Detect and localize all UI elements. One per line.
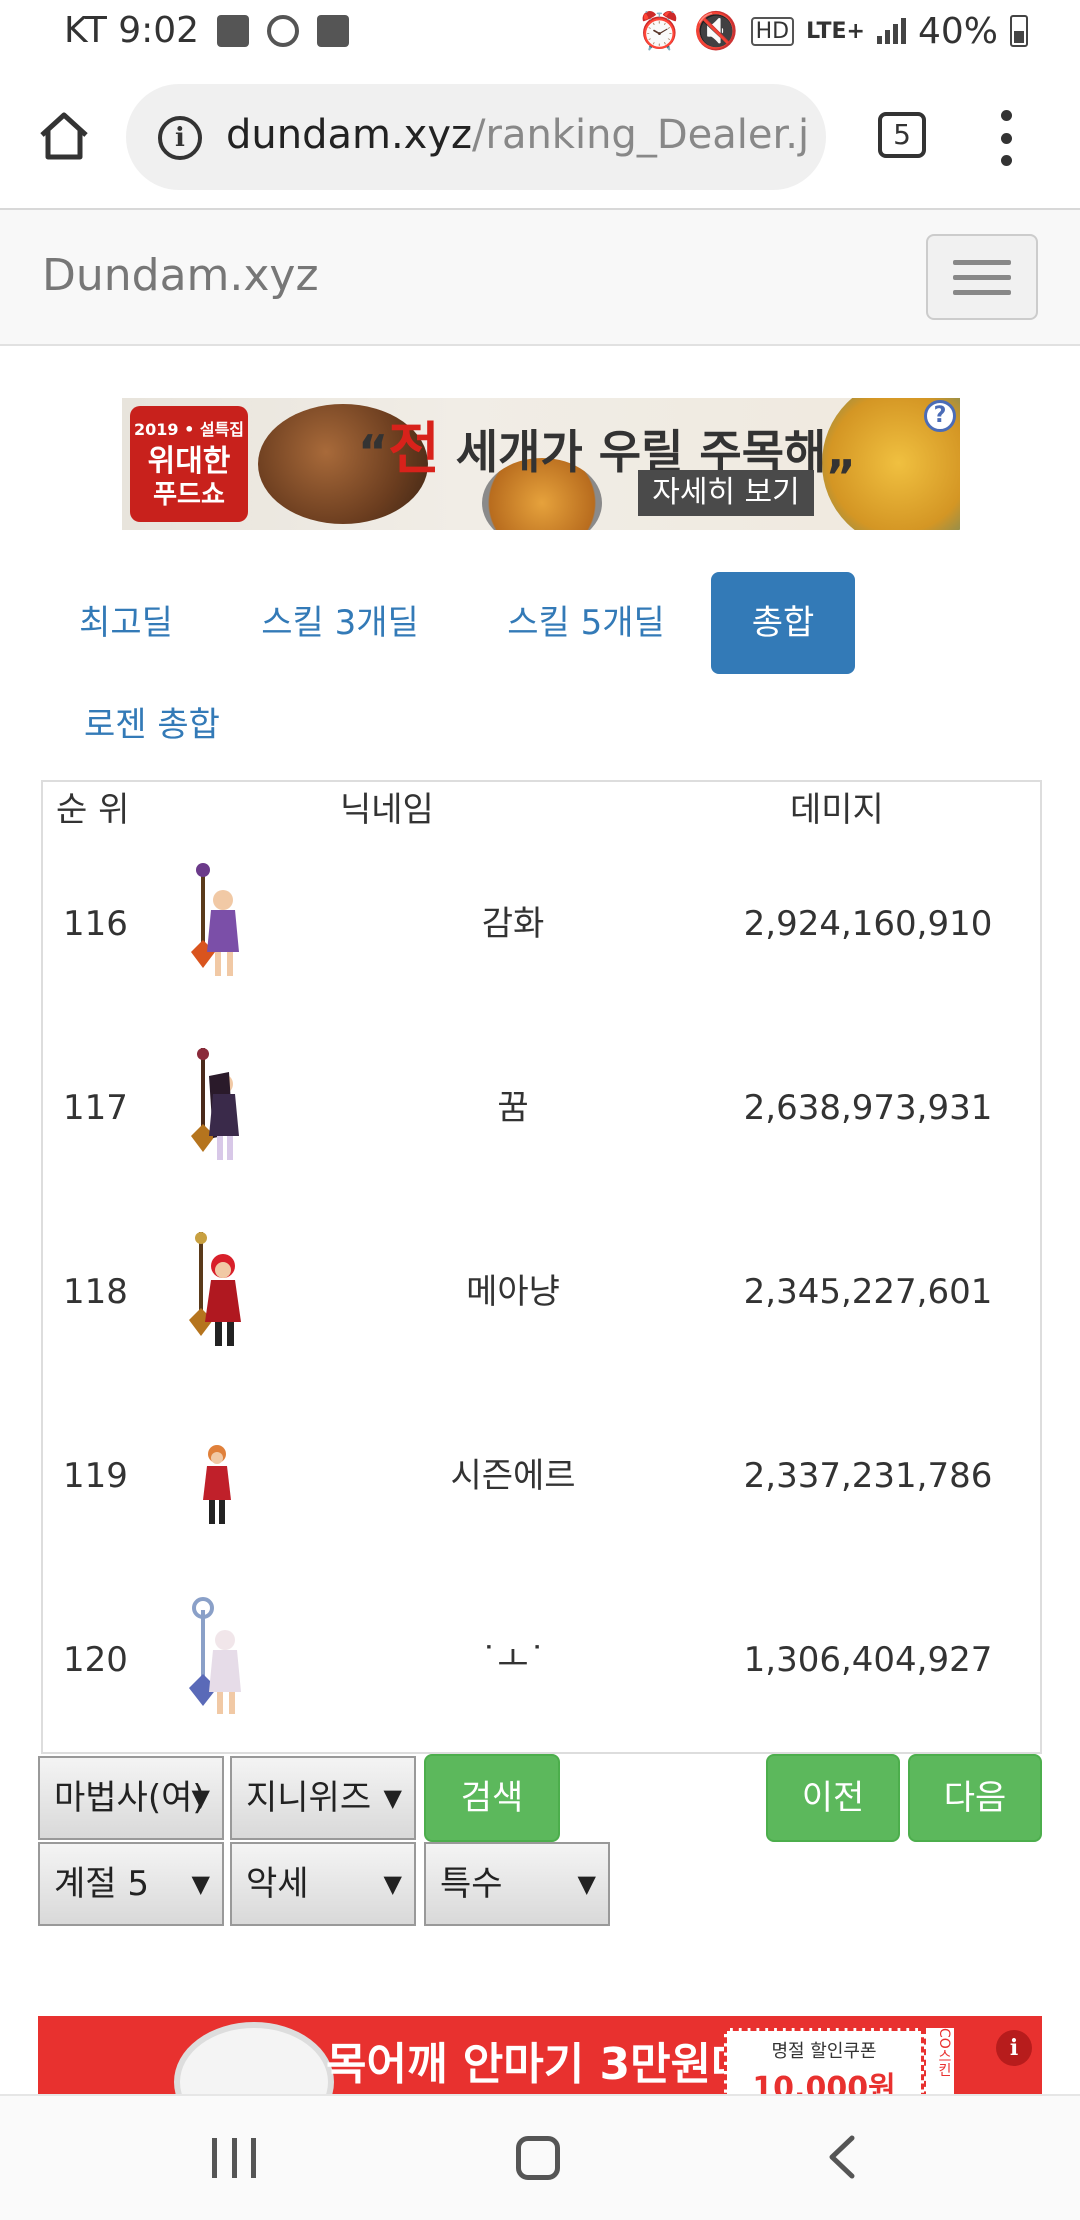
- witch-avatar-icon: [191, 1048, 239, 1160]
- mail-icon: [317, 14, 350, 47]
- chevron-down-icon: ▼: [383, 1870, 402, 1898]
- ad-badge-year: 2019 • 설특집: [133, 420, 245, 439]
- address-bar[interactable]: i dundam.xyz/ranking_Dealer.jsp: [126, 84, 826, 190]
- tab-skill-3-deal[interactable]: 스킬 3개딜: [240, 572, 440, 674]
- battery-percent: 40%: [917, 10, 998, 52]
- browser-toolbar: i dundam.xyz/ranking_Dealer.jsp 5: [0, 66, 1080, 210]
- carrier-time: KT 9:02: [64, 10, 200, 51]
- status-left: KT 9:02: [64, 10, 350, 51]
- type-select-value: 특수: [440, 1864, 503, 1904]
- table-row[interactable]: 117 꿈 2,638,973,931: [43, 1016, 1040, 1200]
- url-path: /ranking_Dealer.jsp: [472, 112, 806, 158]
- row-nickname[interactable]: ˙ㅗ˙: [343, 1568, 683, 1752]
- mute-icon: 🔇: [693, 11, 739, 52]
- hamburger-menu-icon[interactable]: [926, 234, 1038, 320]
- battery-icon: [1010, 15, 1028, 47]
- row-damage: 2,924,160,910: [743, 904, 993, 944]
- season-select[interactable]: 계절 5 ▼: [38, 1842, 224, 1926]
- element-select[interactable]: 악세 ▼: [230, 1842, 416, 1926]
- header-rank: 순 위: [56, 790, 130, 830]
- chevron-down-icon: ▼: [191, 1870, 210, 1898]
- search-button[interactable]: 검색: [424, 1754, 560, 1842]
- tab-rosen-total[interactable]: 로젠 총합: [64, 674, 240, 776]
- gallery-icon: [217, 14, 250, 47]
- ad-bottom-headline: 목어깨 안마기 3만원대: [326, 2039, 752, 2090]
- witch-avatar-icon: [189, 1597, 241, 1714]
- g-app-icon: [267, 14, 300, 47]
- ad-info-icon[interactable]: i: [996, 2030, 1032, 2066]
- table-row[interactable]: 116 감화 2,924,160,910: [43, 832, 1040, 1016]
- ad-badge-line2: 푸드쇼: [153, 480, 225, 510]
- season-select-value: 계절 5: [54, 1864, 149, 1904]
- ad-help-icon[interactable]: ?: [924, 400, 956, 432]
- row-nickname[interactable]: 꿈: [343, 1016, 683, 1200]
- row-rank: 117: [63, 1088, 128, 1128]
- row-damage: 2,345,227,601: [743, 1272, 993, 1312]
- row-nickname[interactable]: 감화: [343, 832, 683, 1016]
- site-navbar: Dundam.xyz: [0, 210, 1080, 346]
- header-damage: 데미지: [790, 790, 884, 830]
- status-bar: KT 9:02 ⏰ 🔇 HD LTE+ 40%: [0, 0, 1080, 66]
- info-icon[interactable]: i: [158, 116, 202, 160]
- system-nav-bar: [0, 2094, 1080, 2220]
- home-nav-icon[interactable]: [516, 2136, 560, 2180]
- signal-icon: [876, 18, 906, 44]
- element-select-value: 악세: [246, 1864, 309, 1904]
- class-select[interactable]: 마법사(여) ▼: [38, 1756, 224, 1840]
- row-damage: 1,306,404,927: [743, 1640, 993, 1680]
- prev-button[interactable]: 이전: [766, 1754, 900, 1842]
- ad-product-image: [174, 2022, 334, 2094]
- site-brand[interactable]: Dundam.xyz: [42, 250, 319, 301]
- home-icon[interactable]: [34, 106, 94, 166]
- hd-voice-badge: HD: [750, 16, 795, 46]
- alarm-icon: ⏰: [636, 11, 682, 52]
- table-row[interactable]: 120 ˙ㅗ˙ 1,306,404,927: [43, 1568, 1040, 1752]
- ad-badge: 2019 • 설특집 위대한 푸드쇼: [130, 406, 248, 522]
- row-damage: 2,337,231,786: [743, 1456, 993, 1496]
- class-select-value: 마법사(여): [54, 1778, 206, 1818]
- ad-quote-close: „: [826, 425, 857, 479]
- type-select[interactable]: 특수 ▼: [424, 1842, 610, 1926]
- ad-coupon[interactable]: 명절 할인쿠폰 10,000원: [724, 2028, 924, 2094]
- back-icon[interactable]: [822, 2132, 862, 2182]
- subclass-select[interactable]: 지니위즈 ▼: [230, 1756, 416, 1840]
- row-damage: 2,638,973,931: [743, 1088, 993, 1128]
- row-rank: 119: [63, 1456, 128, 1496]
- witch-avatar-icon: [203, 1445, 231, 1524]
- ad-brand-vertical: CO스킨: [924, 2028, 954, 2094]
- ad-headline-accent: 전: [388, 417, 440, 482]
- chevron-down-icon: ▼: [191, 1784, 210, 1812]
- table-row[interactable]: 118 메아냥 2,345,227,601: [43, 1200, 1040, 1384]
- ad-badge-line1: 위대한: [147, 444, 231, 479]
- ad-quote-open: “: [358, 425, 389, 479]
- more-options-icon[interactable]: [994, 110, 1018, 166]
- ad-cta-button[interactable]: 자세히 보기: [638, 470, 814, 516]
- row-nickname[interactable]: 시즌에르: [343, 1384, 683, 1568]
- witch-avatar-icon: [191, 863, 239, 976]
- row-nickname[interactable]: 메아냥: [343, 1200, 683, 1384]
- url-domain: dundam.xyz: [226, 112, 473, 158]
- chevron-down-icon: ▼: [383, 1784, 402, 1812]
- chevron-down-icon: ▼: [577, 1870, 596, 1898]
- tab-total[interactable]: 총합: [711, 572, 855, 674]
- ad-coupon-title: 명절 할인쿠폰: [771, 2041, 877, 2062]
- row-rank: 116: [63, 904, 128, 944]
- recent-apps-icon[interactable]: [212, 2138, 256, 2178]
- network-type: LTE+: [806, 18, 865, 44]
- tab-skill-5-deal[interactable]: 스킬 5개딜: [488, 572, 684, 674]
- status-right: ⏰ 🔇 HD LTE+ 40%: [637, 10, 1028, 52]
- next-button[interactable]: 다음: [908, 1754, 1042, 1842]
- witch-avatar-icon: [189, 1232, 241, 1346]
- row-rank: 120: [63, 1640, 128, 1680]
- url-text[interactable]: dundam.xyz/ranking_Dealer.jsp: [226, 112, 806, 158]
- tab-best-deal[interactable]: 최고딜: [56, 572, 196, 674]
- ad-coupon-value: 10,000원: [752, 2071, 896, 2094]
- tab-switcher-button[interactable]: 5: [878, 112, 926, 158]
- header-nickname: 닉네임: [340, 790, 434, 830]
- table-row[interactable]: 119 시즌에르 2,337,231,786: [43, 1384, 1040, 1568]
- ad-banner-bottom[interactable]: 목어깨 안마기 3만원대 명절 할인쿠폰 10,000원 CO스킨 i: [38, 2016, 1042, 2094]
- ad-banner-top[interactable]: 2019 • 설특집 위대한 푸드쇼 “전 세개가 우릴 주목해„ 자세히 보기…: [122, 398, 960, 530]
- row-rank: 118: [63, 1272, 128, 1312]
- subclass-select-value: 지니위즈: [246, 1778, 372, 1818]
